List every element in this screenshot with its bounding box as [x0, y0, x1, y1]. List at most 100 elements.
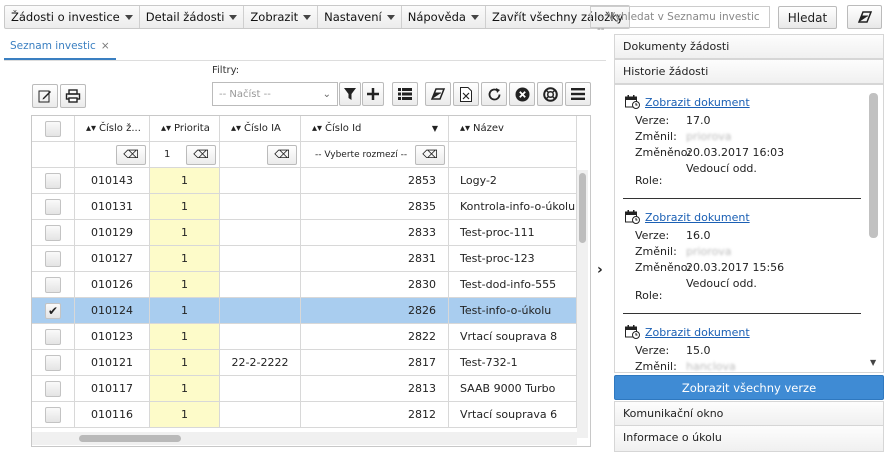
history-version: Verze: 17.0	[625, 114, 861, 127]
section-dokumenty-zadosti[interactable]: Dokumenty žádosti	[614, 34, 884, 59]
search-input[interactable]: -- Vyhledat v Seznamu investic --	[590, 6, 770, 35]
table-row[interactable]: 010116 1 2812 Vrtací souprava 6	[32, 402, 577, 428]
chevron-right-icon[interactable]: ›	[597, 262, 603, 278]
add-filter-button[interactable]	[362, 82, 384, 106]
row-checkbox[interactable]	[45, 354, 61, 371]
edit-button[interactable]	[32, 84, 58, 108]
row-checkbox[interactable]	[45, 224, 61, 241]
section-historie-zadosti[interactable]: Historie žádosti	[614, 59, 884, 84]
column-header-cislo-id[interactable]: ▴▾ Číslo Id ▼	[301, 116, 449, 142]
changed-at-label: Změněno:	[635, 146, 692, 159]
filter-button[interactable]	[339, 82, 361, 106]
column-header-cislo[interactable]: ▴▾ Číslo ž...	[75, 116, 150, 142]
filter-cell-id[interactable]: -- Vyberte rozmezí -- ⌫	[301, 142, 449, 168]
row-checkbox[interactable]	[45, 250, 61, 267]
table-row[interactable]: 010117 1 2813 SAAB 9000 Turbo	[32, 376, 577, 402]
select-all-checkbox[interactable]	[45, 120, 61, 137]
clear-filter-button[interactable]: ⌫	[116, 144, 146, 165]
section-informace-o-ukolu[interactable]: Informace o úkolu	[614, 425, 884, 452]
table-row[interactable]: 010123 1 2822 Vrtací souprava 8	[32, 324, 577, 350]
cancel-button[interactable]	[509, 82, 535, 106]
table-row[interactable]: ✔ 010124 1 2826 Test-info-o-úkolu	[32, 298, 577, 324]
refresh-icon	[488, 87, 500, 100]
table-row[interactable]: 010143 1 2853 Logy-2	[32, 168, 577, 194]
cell-priorita: 1	[150, 376, 220, 402]
cell-priorita: 1	[150, 324, 220, 350]
table-row[interactable]: 010121 1 22-2-2222 2817 Test-732-1	[32, 350, 577, 376]
history-entry: Zobrazit dokument Verze: 15.0 Změnil: hanclo…	[625, 325, 861, 372]
history-changed-at: Změněno: 20.03.2017 16:03	[625, 146, 861, 159]
column-header-priorita[interactable]: ▴▾ Priorita	[150, 116, 220, 142]
row-select-cell: ✔	[32, 298, 75, 324]
grid-vertical-scroll-thumb[interactable]	[579, 173, 586, 243]
show-document-link[interactable]: Zobrazit dokument	[645, 326, 750, 339]
menu-label: Zobrazit	[250, 10, 299, 24]
chevron-down-icon	[386, 14, 395, 20]
history-changed-at: Změněno: 20.03.2017 15:56	[625, 261, 861, 274]
section-komunikacni-okno[interactable]: Komunikační okno	[614, 401, 884, 426]
clear-search-button[interactable]	[847, 5, 882, 29]
search-button[interactable]: Hledat	[778, 6, 837, 29]
role-value: Vedoucí odd.	[686, 277, 757, 290]
changed-by-label: Změnil:	[635, 130, 677, 143]
row-select-cell	[32, 350, 75, 376]
cell-priorita: 1	[150, 246, 220, 272]
cell-nazev: Kontrola-info-o-úkolu	[449, 194, 577, 220]
column-header-cislo-ia[interactable]: ▴▾ Číslo IA	[220, 116, 301, 142]
row-checkbox[interactable]	[45, 276, 61, 293]
table-row[interactable]: 010127 1 2831 Test-proc-123	[32, 246, 577, 272]
version-label: Verze:	[635, 229, 670, 242]
row-checkbox[interactable]: ✔	[45, 302, 61, 319]
checkmark-icon: ✔	[47, 303, 59, 318]
row-checkbox[interactable]	[45, 172, 61, 189]
cell-priorita: 1	[150, 402, 220, 428]
row-checkbox[interactable]	[45, 380, 61, 397]
tab-seznam-investic[interactable]: Seznam investic ×	[4, 36, 116, 60]
table-row[interactable]: 010126 1 2830 Test-dod-info-555	[32, 272, 577, 298]
tab-divider	[4, 60, 606, 61]
row-checkbox[interactable]	[45, 198, 61, 215]
table-row[interactable]: 010129 1 2833 Test-proc-111	[32, 220, 577, 246]
print-button[interactable]	[60, 84, 86, 108]
plus-icon	[367, 88, 379, 100]
show-all-versions-button[interactable]: Zobrazit všechny verze	[614, 375, 884, 400]
scroll-down-arrow-icon[interactable]: ▼	[870, 358, 876, 367]
cell-cislo-id: 2817	[301, 350, 449, 376]
cell-priorita: 1	[150, 220, 220, 246]
export-excel-button[interactable]	[453, 82, 479, 106]
menu-zadosti-o-investice[interactable]: Žádosti o investice	[5, 6, 140, 28]
close-icon[interactable]: ×	[101, 40, 110, 52]
clear-filter-button[interactable]: ⌫	[267, 144, 297, 165]
lifebuoy-icon	[542, 86, 558, 102]
sort-icon: ▴▾	[231, 123, 242, 134]
menu-nastaveni[interactable]: Nastavení	[318, 6, 402, 28]
column-header-nazev[interactable]: ▴▾ Název	[449, 116, 577, 142]
load-filter-select[interactable]: -- Načíst -- ⌄	[212, 82, 338, 106]
show-document-link[interactable]: Zobrazit dokument	[645, 96, 750, 109]
grid-header-row: ▴▾ Číslo ž... ▴▾ Priorita ▴▾ Číslo IA ▴▾ Čís…	[32, 116, 577, 142]
tab-label: Seznam investic	[10, 40, 96, 52]
filter-cell-nazev[interactable]	[449, 142, 577, 168]
menu-detail-zadosti[interactable]: Detail žádosti	[140, 6, 245, 28]
row-select-cell	[32, 220, 75, 246]
row-checkbox[interactable]	[45, 328, 61, 345]
clear-filter-button[interactable]: ⌫	[415, 144, 445, 165]
menu-napoveda[interactable]: Nápověda	[402, 6, 486, 28]
row-checkbox[interactable]	[45, 406, 61, 423]
filter-cell-priorita[interactable]: 1 ⌫	[150, 142, 220, 168]
help-button[interactable]	[537, 82, 563, 106]
show-document-link[interactable]: Zobrazit dokument	[645, 211, 750, 224]
eraser-icon: ⌫	[123, 148, 139, 161]
cell-cislo-id: 2835	[301, 194, 449, 220]
clear-filter-button[interactable]: ⌫	[186, 144, 216, 165]
row-select-cell	[32, 272, 75, 298]
menu-label: Detail žádosti	[145, 10, 225, 24]
grid-horizontal-scroll-thumb[interactable]	[79, 435, 181, 442]
clear-filters-button[interactable]	[425, 82, 451, 106]
refresh-button[interactable]	[481, 82, 507, 106]
table-row[interactable]: 010131 1 2835 Kontrola-info-o-úkolu	[32, 194, 577, 220]
menu-button[interactable]	[565, 82, 591, 106]
history-scroll-thumb[interactable]	[869, 93, 878, 238]
menu-zobrazit[interactable]: Zobrazit	[244, 6, 319, 28]
list-view-button[interactable]	[392, 82, 418, 106]
